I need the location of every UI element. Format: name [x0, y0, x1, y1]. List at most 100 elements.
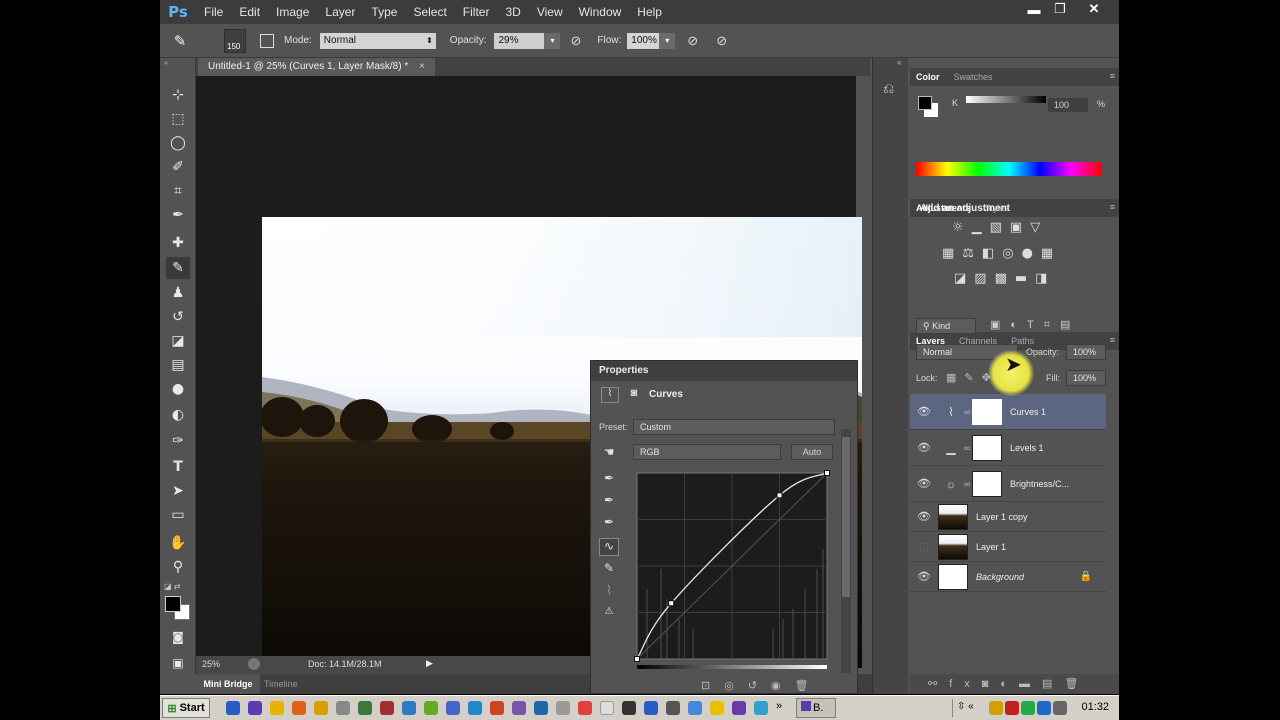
- menu-file[interactable]: File: [196, 0, 231, 24]
- history-brush-icon[interactable]: ↺: [166, 306, 190, 328]
- layer-row-layer1-copy[interactable]: 👁 Layer 1 copy: [910, 502, 1106, 532]
- quicklaunch-icon[interactable]: [336, 701, 350, 715]
- auto-button[interactable]: Auto: [791, 444, 833, 460]
- layer-mask-thumbnail[interactable]: [972, 470, 1002, 497]
- quicklaunch-icon[interactable]: [754, 701, 768, 715]
- menu-help[interactable]: Help: [629, 0, 670, 24]
- tray-arrows-icon[interactable]: ⇳ «: [957, 701, 974, 712]
- menu-view[interactable]: View: [529, 0, 571, 24]
- status-icon[interactable]: [248, 658, 260, 670]
- layer-row-layer1[interactable]: ▢ Layer 1: [910, 532, 1106, 562]
- rectangle-icon[interactable]: ▭: [166, 504, 190, 526]
- opacity-input[interactable]: 29%: [494, 32, 545, 49]
- tab-mini-bridge[interactable]: Mini Bridge: [196, 674, 260, 694]
- quicklaunch-icon[interactable]: [644, 701, 658, 715]
- fg-swatch[interactable]: [918, 96, 932, 110]
- healing-icon[interactable]: ✚: [166, 232, 190, 254]
- eyedropper-icon[interactable]: ✒: [166, 204, 190, 226]
- properties-scrollbar[interactable]: [841, 429, 851, 673]
- curve-control-point[interactable]: [776, 492, 783, 499]
- preset-select[interactable]: Custom: [633, 419, 835, 435]
- quicklaunch-icon[interactable]: [710, 701, 724, 715]
- crop-icon[interactable]: ⌗: [166, 180, 190, 202]
- screen-mode-icon[interactable]: ▣: [166, 652, 190, 674]
- layer-mask-thumbnail[interactable]: [972, 434, 1002, 461]
- quicklaunch-icon[interactable]: [688, 701, 702, 715]
- stamp-icon[interactable]: ♟: [166, 282, 190, 304]
- brush-panel-toggle-icon[interactable]: [260, 33, 274, 48]
- eye-icon[interactable]: 👁: [910, 570, 938, 583]
- flow-input[interactable]: 100%: [627, 32, 660, 49]
- marquee-icon[interactable]: ⬚: [166, 108, 190, 130]
- menu-image[interactable]: Image: [268, 0, 317, 24]
- curve-control-point[interactable]: [668, 600, 675, 607]
- quicklaunch-icon[interactable]: [270, 701, 284, 715]
- quicklaunch-icon[interactable]: [424, 701, 438, 715]
- close-tab-icon[interactable]: ×: [419, 61, 425, 72]
- eye-icon[interactable]: 👁: [910, 510, 938, 523]
- visibility-off-icon[interactable]: ▢: [910, 540, 938, 553]
- expand-dock-icon[interactable]: «: [897, 58, 901, 67]
- menu-filter[interactable]: Filter: [455, 0, 498, 24]
- tab-color[interactable]: Color: [916, 72, 940, 82]
- quicklaunch-icon[interactable]: [732, 701, 746, 715]
- quicklaunch-icon[interactable]: [512, 701, 526, 715]
- tray-icon[interactable]: [1037, 701, 1051, 715]
- curve-graph[interactable]: [633, 469, 833, 665]
- edit-points-icon[interactable]: ∿: [599, 538, 619, 556]
- white-point-eyedropper-icon[interactable]: ✒: [599, 515, 619, 533]
- scrollbar-thumb[interactable]: [842, 437, 850, 597]
- smooth-curve-icon[interactable]: ⌇: [599, 583, 619, 601]
- blur-icon[interactable]: ●: [166, 378, 190, 400]
- tray-icon[interactable]: [1021, 701, 1035, 715]
- layer-mask-thumbnail[interactable]: [972, 398, 1002, 425]
- link-icon[interactable]: ∞: [964, 407, 972, 417]
- link-icon[interactable]: ∞: [964, 443, 972, 453]
- quicklaunch-icon[interactable]: [600, 701, 614, 715]
- eye-icon[interactable]: 👁: [910, 405, 938, 418]
- move-icon[interactable]: ⊹: [166, 84, 190, 106]
- quicklaunch-icon[interactable]: [556, 701, 570, 715]
- hand-icon[interactable]: ✋: [166, 532, 190, 554]
- layers-footer-icons[interactable]: ⚯fx◙◐▬▤🗑: [910, 674, 1119, 694]
- curve-control-point[interactable]: [824, 470, 830, 476]
- quicklaunch-icon[interactable]: [578, 701, 592, 715]
- panel-menu-icon[interactable]: ≡: [1110, 202, 1115, 212]
- mask-icon[interactable]: ◙: [625, 387, 643, 403]
- close-window-icon[interactable]: ✕: [1078, 0, 1110, 18]
- draw-curve-icon[interactable]: ✎: [599, 561, 619, 579]
- layer-row-levels[interactable]: 👁 ▁ ∞ Levels 1: [910, 430, 1106, 466]
- clipping-warning-icon[interactable]: ⚠: [599, 606, 619, 624]
- adjustment-icons-row-2[interactable]: ▦⚖◧◎●▦: [942, 246, 1082, 261]
- curve-control-point[interactable]: [634, 656, 640, 662]
- path-select-icon[interactable]: ➤: [166, 480, 190, 502]
- quick-select-icon[interactable]: ✐: [166, 156, 190, 178]
- k-slider[interactable]: [966, 96, 1046, 103]
- adjustment-icons-row-3[interactable]: ◪▨▩▬◨: [954, 271, 1074, 286]
- menu-type[interactable]: Type: [363, 0, 405, 24]
- layer-row-brightness[interactable]: 👁 ☼ ∞ Brightness/C...: [910, 466, 1106, 502]
- adjustment-icons-row-1[interactable]: ☼▁▧▣▽: [952, 220, 1072, 235]
- gradient-icon[interactable]: ▤: [166, 354, 190, 376]
- firefox-icon[interactable]: [292, 701, 306, 715]
- lasso-icon[interactable]: ◯: [166, 132, 190, 154]
- quick-mask-icon[interactable]: ◙: [166, 626, 190, 648]
- menu-window[interactable]: Window: [571, 0, 630, 24]
- airbrush-icon[interactable]: ⊘: [687, 33, 698, 49]
- menu-edit[interactable]: Edit: [231, 0, 268, 24]
- menu-layer[interactable]: Layer: [317, 0, 363, 24]
- quicklaunch-icon[interactable]: [534, 701, 548, 715]
- quicklaunch-icon[interactable]: [666, 701, 680, 715]
- folder-icon[interactable]: [314, 701, 328, 715]
- quicklaunch-icon[interactable]: [402, 701, 416, 715]
- quicklaunch-icon[interactable]: [248, 701, 262, 715]
- panel-menu-icon[interactable]: ≡: [1110, 335, 1115, 345]
- mode-select[interactable]: Normal ⬍: [319, 32, 436, 49]
- tab-timeline[interactable]: Timeline: [264, 674, 298, 694]
- link-icon[interactable]: ∞: [964, 479, 972, 489]
- tray-icon[interactable]: [989, 701, 1003, 715]
- black-point-eyedropper-icon[interactable]: ✒: [599, 471, 619, 489]
- taskbar-task-button[interactable]: B.: [796, 698, 836, 718]
- brush-preset-picker[interactable]: 150: [224, 28, 246, 53]
- layer-filter-icons[interactable]: ▣◐T⌗▤: [990, 318, 1080, 332]
